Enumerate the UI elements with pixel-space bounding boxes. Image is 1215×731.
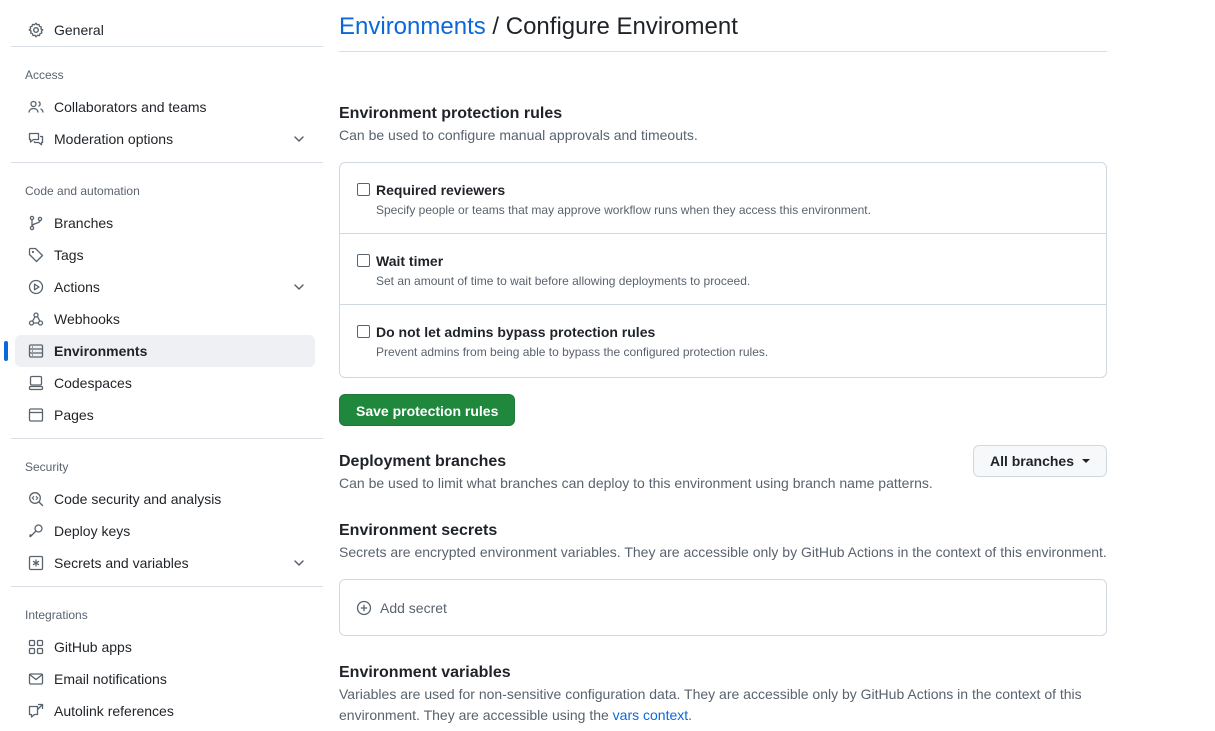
page-title: Environments / Configure Enviroment	[339, 0, 1107, 52]
sidebar-item-secrets[interactable]: Secrets and variables	[15, 547, 315, 579]
chevron-down-icon[interactable]	[291, 131, 307, 147]
sidebar-item-pages[interactable]: Pages	[15, 399, 315, 431]
sidebar-item-label: Collaborators and teams	[54, 99, 207, 115]
caret-down-icon	[1082, 459, 1090, 463]
key-icon	[28, 523, 44, 539]
rule-description: Set an amount of time to wait before all…	[376, 274, 751, 288]
sidebar-item-label: Branches	[54, 215, 114, 231]
sidebar-item-label: Autolink references	[54, 703, 174, 719]
breadcrumb-separator: /	[485, 13, 506, 40]
admin-bypass-checkbox[interactable]	[357, 325, 370, 338]
sidebar-item-label: Code security and analysis	[54, 491, 222, 507]
sidebar-item-label: Codespaces	[54, 375, 132, 391]
breadcrumb-environments-link[interactable]: Environments	[339, 13, 486, 40]
cross-reference-icon	[28, 703, 44, 719]
sidebar-group-title: Access	[25, 68, 64, 82]
sidebar-item-github-apps[interactable]: GitHub apps	[15, 631, 315, 663]
sidebar-item-environments[interactable]: Environments	[4, 335, 315, 367]
webhook-icon	[28, 311, 44, 327]
sidebar-item-code-security[interactable]: Code security and analysis	[15, 483, 315, 515]
protection-rules-section: Environment protection rules Can be used…	[339, 103, 1107, 426]
mail-icon	[28, 671, 44, 687]
sidebar-item-actions[interactable]: Actions	[15, 271, 315, 303]
sidebar-item-label: Tags	[54, 247, 84, 263]
comment-discussion-icon	[28, 131, 44, 147]
section-title: Environment variables	[339, 664, 511, 681]
add-secret-button[interactable]: Add secret	[340, 580, 1106, 635]
wait-timer-checkbox[interactable]	[357, 254, 370, 267]
sidebar-item-tags[interactable]: Tags	[15, 239, 315, 271]
sidebar-item-label: GitHub apps	[54, 639, 132, 655]
dropdown-value: All branches	[989, 453, 1074, 469]
chevron-down-icon[interactable]	[291, 555, 307, 571]
sidebar-group-title: Code and automation	[25, 184, 140, 198]
people-icon	[28, 99, 44, 115]
sidebar-item-label: Email notifications	[54, 671, 167, 687]
add-secret-label: Add secret	[380, 599, 447, 616]
key-asterisk-icon	[28, 555, 44, 571]
play-icon	[28, 279, 44, 295]
sidebar-group-title: Security	[25, 460, 69, 474]
sidebar-item-branches[interactable]: Branches	[15, 207, 315, 239]
chevron-down-icon[interactable]	[291, 279, 307, 295]
sidebar-item-autolink-references[interactable]: Autolink references	[15, 695, 315, 727]
plus-circle-icon	[356, 600, 372, 616]
environment-variables-section: Environment variables Variables are used…	[339, 662, 1107, 726]
apps-icon	[28, 639, 44, 655]
section-title: Environment protection rules	[339, 105, 563, 122]
sidebar-item-codespaces[interactable]: Codespaces	[15, 367, 315, 399]
browser-icon	[28, 407, 44, 423]
rule-wait-timer: Wait timer Set an amount of time to wait…	[340, 234, 1106, 305]
main-content: Environments / Configure Enviroment Envi…	[339, 0, 1107, 726]
sidebar-item-deploy-keys[interactable]: Deploy keys	[15, 515, 315, 547]
variables-desc-end: .	[688, 707, 693, 723]
sidebar-item-label: Pages	[54, 407, 94, 423]
environment-secrets-section: Environment secrets Secrets are encrypte…	[339, 520, 1107, 636]
sidebar-item-email-notifications[interactable]: Email notifications	[15, 663, 315, 695]
gear-icon	[28, 22, 44, 38]
sidebar-item-label: Webhooks	[54, 311, 120, 327]
section-title: Environment secrets	[339, 522, 498, 539]
save-protection-rules-button[interactable]: Save protection rules	[339, 394, 516, 426]
sidebar-item-label: Secrets and variables	[54, 555, 189, 571]
sidebar-item-label: Actions	[54, 279, 100, 295]
page-title-text: Configure Enviroment	[505, 13, 738, 40]
rule-label[interactable]: Wait timer	[376, 252, 1090, 271]
required-reviewers-checkbox[interactable]	[357, 183, 370, 196]
sidebar-item-label: General	[54, 22, 104, 38]
rule-label[interactable]: Do not let admins bypass protection rule…	[376, 323, 1090, 342]
rule-description: Specify people or teams that may approve…	[376, 203, 871, 217]
vars-context-link[interactable]: vars context	[613, 707, 688, 723]
sidebar-divider	[11, 162, 323, 163]
sidebar-group-title: Integrations	[25, 608, 88, 622]
codespaces-icon	[28, 375, 44, 391]
section-description: Secrets are encrypted environment variab…	[339, 544, 1107, 560]
sidebar-divider	[11, 46, 323, 47]
rule-label[interactable]: Required reviewers	[376, 181, 1090, 200]
rule-admin-bypass: Do not let admins bypass protection rule…	[340, 305, 1106, 377]
rule-description: Prevent admins from being able to bypass…	[376, 345, 769, 359]
sidebar-divider	[11, 586, 323, 587]
secrets-box: Add secret	[339, 579, 1107, 636]
protection-rules-box: Required reviewers Specify people or tea…	[339, 162, 1107, 378]
codescan-icon	[28, 491, 44, 507]
settings-sidebar: General Access Collaborators and teams M…	[4, 0, 323, 727]
sidebar-item-collaborators[interactable]: Collaborators and teams	[15, 91, 315, 123]
sidebar-item-label: Moderation options	[54, 131, 174, 147]
section-description: Variables are used for non-sensitive con…	[339, 684, 1107, 726]
deployment-branches-section: Deployment branches Can be used to limit…	[339, 445, 1107, 494]
sidebar-item-label: Environments	[54, 343, 148, 359]
variables-desc-text: Variables are used for non-sensitive con…	[339, 686, 1082, 723]
server-icon	[28, 343, 44, 359]
git-branch-icon	[28, 215, 44, 231]
rule-required-reviewers: Required reviewers Specify people or tea…	[340, 163, 1106, 234]
sidebar-divider	[11, 438, 323, 439]
sidebar-item-general[interactable]: General	[15, 14, 315, 46]
tag-icon	[28, 247, 44, 263]
section-description: Can be used to configure manual approval…	[339, 127, 698, 143]
sidebar-item-moderation[interactable]: Moderation options	[15, 123, 315, 155]
deployment-branches-dropdown[interactable]: All branches	[972, 445, 1107, 477]
sidebar-item-label: Deploy keys	[54, 523, 131, 539]
sidebar-item-webhooks[interactable]: Webhooks	[15, 303, 315, 335]
